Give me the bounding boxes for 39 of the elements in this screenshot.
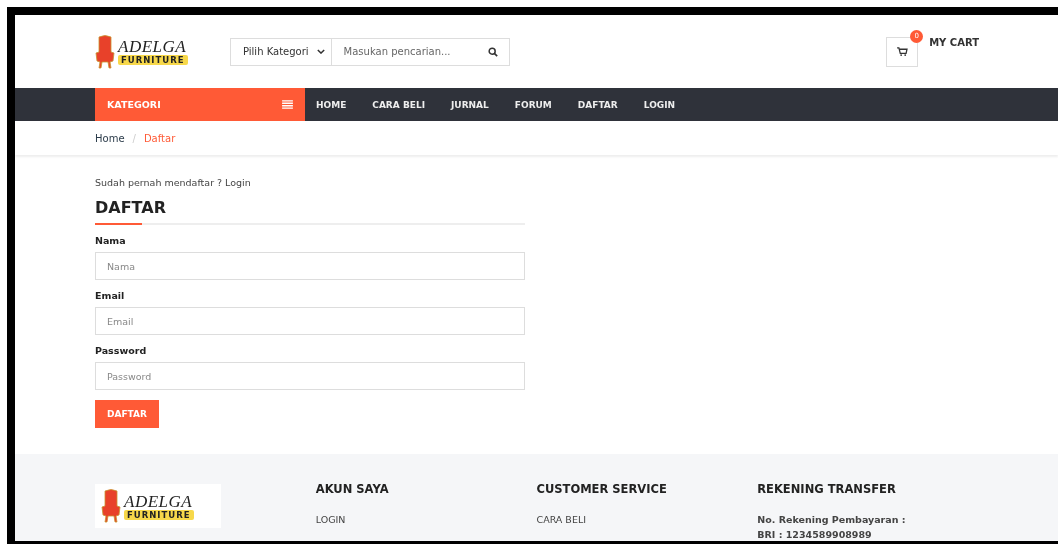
search-field[interactable]: Masukan pencarian... xyxy=(331,37,510,66)
breadcrumb-link[interactable]: Home xyxy=(95,132,125,144)
footer-text: BRI : 1234589908989 xyxy=(757,528,873,541)
field-label: Password xyxy=(95,345,148,356)
input-field[interactable]: Email xyxy=(95,307,525,335)
logo-script-text: ADELGA xyxy=(124,492,193,510)
footer-logo[interactable]: ADELGA FURNITURE xyxy=(95,484,221,528)
form-title: DAFTAR xyxy=(95,198,167,217)
logo-script-text: ADELGA xyxy=(118,38,187,55)
logo-word-text: FURNITURE xyxy=(124,509,194,520)
footer-heading: REKENING TRANSFER xyxy=(757,482,897,496)
footer-heading: AKUN SAYA xyxy=(315,482,390,496)
nav-link[interactable]: LOGIN xyxy=(643,99,676,110)
footer-text: No. Rekening Pembayaran : xyxy=(757,513,907,527)
cart-label[interactable]: MY CART xyxy=(929,36,979,48)
cart-button[interactable] xyxy=(886,36,919,67)
nav-link[interactable]: DAFTAR xyxy=(577,99,618,110)
breadcrumb-separator: / xyxy=(132,132,136,144)
input-field[interactable]: Password xyxy=(95,362,525,390)
field-label: Nama xyxy=(95,235,127,246)
nav-link[interactable]: FORUM xyxy=(514,99,552,110)
cart-icon xyxy=(896,47,908,56)
footer-link[interactable]: LOGIN xyxy=(315,512,537,527)
login-prompt-text: Sudah pernah mendaftar ? Login xyxy=(95,177,252,188)
logo[interactable]: ADELGA FURNITURE xyxy=(95,34,230,69)
chair-icon xyxy=(95,34,115,69)
logo-word-text: FURNITURE xyxy=(118,55,188,65)
field-label: Email xyxy=(95,290,126,301)
input-field[interactable]: Nama xyxy=(95,252,525,280)
search-icon xyxy=(487,46,498,57)
nav-link[interactable]: HOME xyxy=(316,99,347,110)
chevron-down-icon xyxy=(316,49,325,54)
category-select[interactable]: Pilih Kategori xyxy=(230,37,332,66)
nav-link[interactable]: JURNAL xyxy=(451,99,489,110)
list-icon xyxy=(282,100,293,109)
footer-link[interactable]: CARA BELI xyxy=(536,512,758,527)
chair-icon xyxy=(101,489,121,523)
nav-link[interactable]: CARA BELI xyxy=(372,99,425,110)
footer-heading: CUSTOMER SERVICE xyxy=(536,482,668,496)
